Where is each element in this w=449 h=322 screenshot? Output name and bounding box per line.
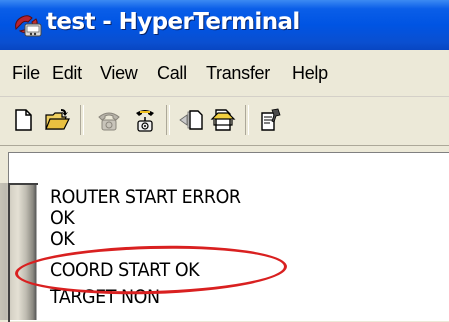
toolbar-separator	[245, 105, 249, 135]
new-document-icon[interactable]	[10, 107, 36, 133]
phone-call-icon[interactable]	[96, 107, 122, 133]
send-file-icon[interactable]	[178, 107, 204, 133]
toolbar-separator	[166, 105, 170, 135]
menu-bar: File Edit View Call Transfer Help	[0, 50, 449, 97]
terminal-line: OK	[50, 228, 75, 250]
toolbar-separator	[80, 105, 84, 135]
disconnect-icon[interactable]	[132, 107, 158, 133]
window-title: test - HyperTerminal	[46, 9, 300, 35]
menu-edit[interactable]: Edit	[52, 63, 82, 84]
properties-icon[interactable]	[258, 107, 284, 133]
title-bar[interactable]: test - HyperTerminal	[0, 0, 449, 50]
menu-view[interactable]: View	[100, 63, 138, 84]
terminal-line: OK	[50, 207, 75, 229]
menu-call[interactable]: Call	[157, 63, 187, 84]
menu-file[interactable]: File	[12, 63, 40, 84]
hyperterminal-app-icon	[15, 15, 42, 37]
terminal-line: ROUTER START ERROR	[50, 186, 241, 208]
menu-help[interactable]: Help	[292, 63, 328, 84]
toolbar	[0, 97, 449, 146]
open-folder-icon[interactable]	[44, 107, 70, 133]
menu-transfer[interactable]: Transfer	[206, 63, 270, 84]
receive-file-icon[interactable]	[210, 107, 236, 133]
